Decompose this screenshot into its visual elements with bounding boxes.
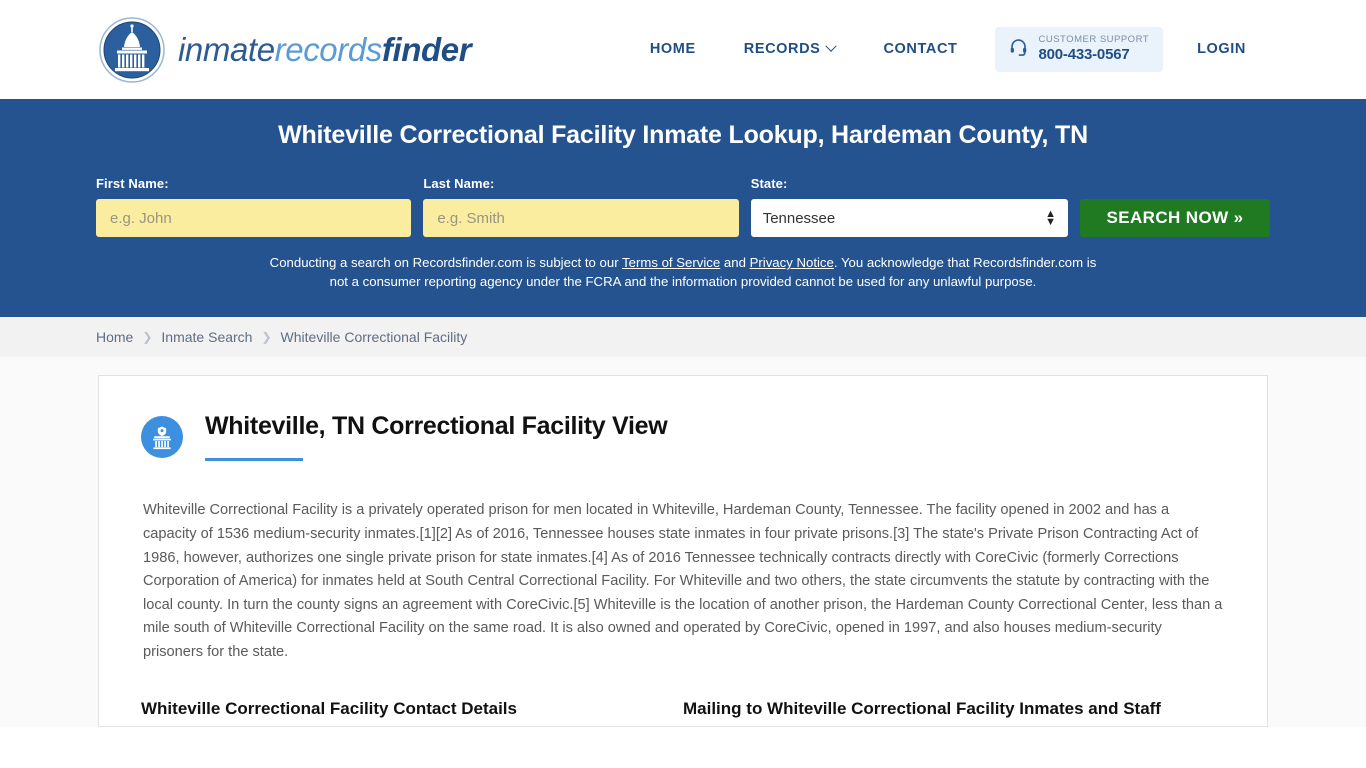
- nav-item-records-label: RECORDS: [743, 41, 821, 58]
- nav-item-records[interactable]: RECORDS: [720, 40, 860, 58]
- terms-of-service-link[interactable]: Terms of Service: [622, 255, 720, 270]
- last-name-field-group: Last Name:: [423, 176, 739, 237]
- state-label: State:: [750, 176, 788, 191]
- site-header: inmaterecordsfinder HOME RECORDS CONTACT: [0, 0, 1366, 99]
- page-background: Whiteville, TN Correctional Facility Vie…: [0, 357, 1366, 728]
- capitol-dome-logo-icon: [96, 13, 168, 86]
- brand-part-records: records: [274, 31, 383, 68]
- last-name-input[interactable]: [423, 199, 739, 237]
- state-select[interactable]: Tennessee: [750, 199, 1069, 237]
- nav-item-contact[interactable]: CONTACT: [859, 41, 981, 57]
- brand-part-inmate: inmate: [178, 31, 275, 68]
- nav-item-contact-label: CONTACT: [883, 41, 958, 58]
- disclaimer-part-1: Conducting a search on Recordsfinder.com…: [269, 255, 623, 270]
- nav-item-home[interactable]: HOME: [626, 41, 720, 57]
- facility-description: Whiteville Correctional Facility is a pr…: [143, 502, 1223, 661]
- chevron-down-icon: [825, 40, 838, 53]
- breadcrumb: Home ❯ Inmate Search ❯ Whiteville Correc…: [0, 317, 1366, 358]
- disclaimer-part-2: and: [720, 255, 750, 270]
- contact-details-heading: Whiteville Correctional Facility Contact…: [141, 698, 517, 718]
- last-name-label: Last Name:: [423, 176, 495, 191]
- first-name-label: First Name:: [96, 176, 169, 191]
- mailing-column: Mailing to Whiteville Correctional Facil…: [683, 697, 1225, 727]
- search-button-group: SEARCH NOW »: [1080, 199, 1271, 237]
- privacy-notice-link[interactable]: Privacy Notice: [750, 255, 834, 270]
- nav-item-login[interactable]: LOGIN: [1173, 41, 1270, 57]
- first-name-field-group: First Name:: [96, 176, 412, 237]
- state-field-group: State: Tennessee ▲ ▼: [750, 176, 1069, 237]
- headset-icon: [1009, 37, 1028, 61]
- brand-wordmark: inmaterecordsfinder: [178, 31, 472, 68]
- title-accent-bar: [205, 458, 303, 462]
- nav-item-home-label: HOME: [649, 41, 696, 58]
- mailing-heading: Mailing to Whiteville Correctional Facil…: [683, 698, 1161, 718]
- breadcrumb-separator-icon: ❯: [142, 330, 153, 345]
- contact-details-column: Whiteville Correctional Facility Contact…: [141, 697, 683, 727]
- page-title: Whiteville Correctional Facility Inmate …: [278, 121, 1088, 149]
- site-logo[interactable]: inmaterecordsfinder: [96, 13, 472, 86]
- inmate-search-form: First Name: Last Name: State: Tennessee …: [96, 176, 1271, 237]
- breadcrumb-separator-icon: ❯: [261, 330, 272, 345]
- breadcrumb-item-current: Whiteville Correctional Facility: [280, 329, 468, 346]
- breadcrumb-item-inmate-search[interactable]: Inmate Search: [161, 329, 252, 345]
- support-label: CUSTOMER SUPPORT: [1038, 34, 1150, 46]
- search-now-button[interactable]: SEARCH NOW »: [1080, 199, 1271, 237]
- prison-building-icon: [141, 416, 183, 459]
- facility-content-card: Whiteville, TN Correctional Facility Vie…: [98, 375, 1268, 728]
- main-navigation: HOME RECORDS CONTACT CUSTOMER SUPPORT 80…: [626, 27, 1270, 72]
- nav-item-login-label: LOGIN: [1197, 41, 1246, 58]
- brand-part-finder: finder: [381, 31, 472, 68]
- customer-support-box[interactable]: CUSTOMER SUPPORT 800-433-0567: [995, 27, 1164, 72]
- details-sections: Whiteville Correctional Facility Contact…: [141, 697, 1225, 727]
- card-header: Whiteville, TN Correctional Facility Vie…: [141, 412, 1225, 462]
- facility-title: Whiteville, TN Correctional Facility Vie…: [205, 412, 668, 441]
- search-banner: Whiteville Correctional Facility Inmate …: [0, 99, 1366, 318]
- search-disclaimer: Conducting a search on Recordsfinder.com…: [263, 253, 1103, 291]
- first-name-input[interactable]: [96, 199, 412, 237]
- breadcrumb-item-home[interactable]: Home: [96, 329, 133, 345]
- support-phone-number[interactable]: 800-433-0567: [1038, 46, 1149, 63]
